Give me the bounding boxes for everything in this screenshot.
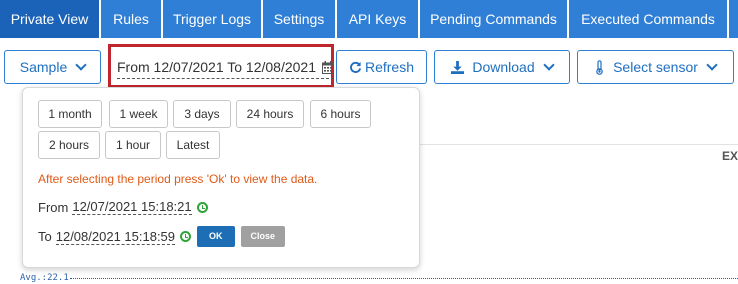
from-datetime[interactable]: 12/07/2021 15:18:21: [72, 199, 192, 215]
tab-rules[interactable]: Rules: [101, 0, 161, 38]
preset-2-hours[interactable]: 2 hours: [38, 131, 100, 159]
chevron-down-icon: [542, 58, 555, 71]
download-label: Download: [472, 59, 535, 75]
date-range-display[interactable]: From 12/07/2021 To 12/08/2021: [117, 59, 334, 79]
download-icon: [451, 60, 465, 74]
average-label: Avg.:22.1: [20, 273, 69, 283]
sample-dropdown[interactable]: Sample: [4, 50, 101, 84]
thermometer-icon: [595, 59, 604, 75]
refresh-label: Refresh: [364, 59, 415, 75]
preset-24-hours[interactable]: 24 hours: [236, 100, 304, 128]
tab-overflow[interactable]: [729, 0, 738, 38]
date-range-text: From 12/07/2021 To 12/08/2021: [117, 59, 317, 75]
close-button[interactable]: Close: [240, 226, 286, 247]
select-sensor-label: Select sensor: [613, 59, 698, 75]
to-datetime[interactable]: 12/08/2021 15:18:59: [55, 229, 176, 245]
to-row: To 12/08/2021 15:18:59 OK Close: [38, 226, 286, 247]
preset-3-days[interactable]: 3 days: [173, 100, 231, 128]
preset-1-month[interactable]: 1 month: [38, 100, 102, 128]
from-label: From: [38, 199, 69, 215]
preset-latest[interactable]: Latest: [166, 131, 220, 159]
tab-pending-commands[interactable]: Pending Commands: [420, 0, 567, 38]
instruction-message: After selecting the period press 'Ok' to…: [38, 172, 318, 186]
sample-label: Sample: [19, 59, 68, 75]
tab-private-view[interactable]: Private View: [0, 0, 99, 38]
chart-panel-heading: EX: [722, 149, 738, 163]
refresh-button[interactable]: Refresh: [336, 50, 427, 84]
tab-trigger-logs[interactable]: Trigger Logs: [163, 0, 261, 38]
from-row: From 12/07/2021 15:18:21: [38, 199, 208, 215]
tab-settings[interactable]: Settings: [263, 0, 335, 38]
tab-api-keys[interactable]: API Keys: [337, 0, 418, 38]
chevron-down-icon: [75, 58, 87, 71]
date-range-popover: 1 month 1 week 3 days 24 hours 6 hours 2…: [22, 87, 420, 268]
clock-icon[interactable]: [180, 231, 192, 242]
date-range-picker[interactable]: From 12/07/2021 To 12/08/2021: [108, 44, 334, 88]
preset-6-hours[interactable]: 6 hours: [310, 100, 371, 128]
ok-button[interactable]: OK: [197, 226, 235, 247]
average-line: [70, 278, 738, 279]
preset-1-hour[interactable]: 1 hour: [105, 131, 161, 159]
to-label: To: [38, 229, 52, 244]
tab-executed-commands[interactable]: Executed Commands: [569, 0, 727, 38]
calendar-icon: [321, 61, 334, 78]
clock-icon[interactable]: [196, 201, 208, 213]
tab-bar: Private View Rules Trigger Logs Settings…: [0, 0, 738, 38]
refresh-icon: [349, 61, 362, 74]
preset-1-week[interactable]: 1 week: [109, 100, 168, 128]
select-sensor-dropdown[interactable]: Select sensor: [577, 50, 734, 84]
chart-panel-divider: [420, 144, 738, 145]
chevron-down-icon: [706, 58, 718, 71]
download-dropdown[interactable]: Download: [434, 50, 570, 84]
